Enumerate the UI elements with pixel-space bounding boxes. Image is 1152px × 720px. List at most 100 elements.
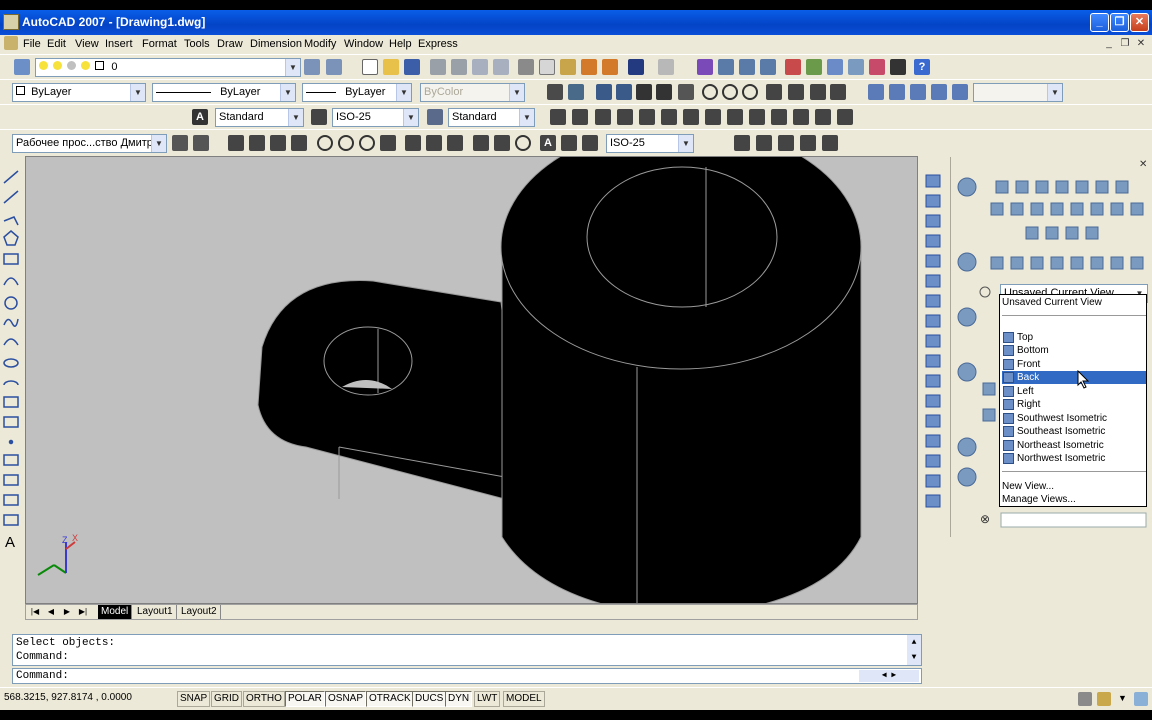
view-option-right[interactable]: Right [1002, 398, 1146, 411]
menu-help[interactable]: Help [389, 38, 412, 50]
ortho-toggle[interactable]: ORTHO [243, 691, 285, 707]
table-style-icon[interactable] [427, 109, 443, 125]
apparent-intersection-icon[interactable] [656, 84, 672, 100]
clean-screen-icon[interactable] [1134, 692, 1148, 706]
snap-toggle[interactable]: SNAP [177, 691, 211, 707]
last-tab-button[interactable]: ▶| [76, 606, 90, 618]
snap-icon-8[interactable] [705, 109, 721, 125]
manage-views-option[interactable]: Manage Views... [1002, 493, 1146, 506]
dim-ordinate-icon[interactable] [291, 135, 307, 151]
menu-view[interactable]: View [75, 38, 99, 50]
snap-icon-11[interactable] [771, 109, 787, 125]
tool-icon-d[interactable] [800, 135, 816, 151]
make-current-icon[interactable] [326, 59, 342, 75]
view-option-left[interactable]: Left [1002, 385, 1146, 398]
help-icon[interactable]: ? [914, 59, 930, 75]
tab-layout1[interactable]: Layout1 [134, 605, 177, 619]
match-properties-icon[interactable] [581, 59, 597, 75]
polar-toggle[interactable]: POLAR [285, 691, 325, 707]
menu-format[interactable]: Format [142, 38, 177, 50]
ducs-toggle[interactable]: DUCS [412, 691, 447, 707]
status-menu-icon[interactable]: ▼ [1118, 693, 1127, 703]
view-option-front[interactable]: Front [1002, 358, 1146, 371]
quick-dim-icon[interactable] [405, 135, 421, 151]
zoom-previous-icon[interactable] [760, 59, 776, 75]
model-toggle[interactable]: MODEL [503, 691, 545, 707]
block-editor-icon[interactable] [602, 59, 618, 75]
dim-diameter-icon[interactable] [359, 135, 375, 151]
ucs-icon[interactable] [868, 84, 884, 100]
snap-icon-5[interactable] [639, 109, 655, 125]
tool-icon-c[interactable] [778, 135, 794, 151]
snap-icon-4[interactable] [617, 109, 633, 125]
prev-tab-button[interactable]: ◀ [44, 606, 58, 618]
chevron-down-icon[interactable]: ▼ [678, 135, 693, 152]
open-icon[interactable] [383, 59, 399, 75]
construction-line-icon[interactable] [616, 84, 632, 100]
layer-combo[interactable]: 0 ▼ [35, 58, 301, 77]
dim-style-icon[interactable] [311, 109, 327, 125]
pan-icon[interactable] [697, 59, 713, 75]
parallel-icon[interactable] [788, 84, 804, 100]
tab-layout2[interactable]: Layout2 [178, 605, 221, 619]
dyn-toggle[interactable]: DYN [445, 691, 473, 707]
doc-close-button[interactable]: ✕ [1134, 38, 1148, 51]
command-hscroll[interactable]: ◀ ▶ [859, 670, 919, 682]
workspace-settings-icon[interactable] [172, 135, 188, 151]
doc-minimize-button[interactable]: _ [1102, 38, 1116, 51]
ucs-world-icon[interactable] [889, 84, 905, 100]
extension-icon[interactable] [678, 84, 694, 100]
dashboard-close-icon[interactable]: ✕ [1139, 159, 1147, 170]
properties-icon[interactable] [785, 59, 801, 75]
dim-update-icon[interactable] [582, 135, 598, 151]
quick-leader-icon[interactable] [473, 135, 489, 151]
dim-linear-icon[interactable] [547, 84, 563, 100]
view-option-back[interactable]: Back [1002, 371, 1146, 384]
chevron-down-icon[interactable]: ▼ [403, 109, 418, 126]
menu-tools[interactable]: Tools [184, 38, 210, 50]
command-line[interactable]: Command: ◀ ▶ [12, 668, 922, 684]
dim-style-combo[interactable]: ISO-25 ▼ [332, 108, 419, 127]
layer-previous-icon[interactable] [304, 59, 320, 75]
dashboard-slider[interactable] [1000, 512, 1147, 528]
new-view-option[interactable]: New View... [1002, 480, 1146, 493]
otrack-toggle[interactable]: OTRACK [366, 691, 414, 707]
save-icon[interactable] [404, 59, 420, 75]
zoom-realtime-icon[interactable] [718, 59, 734, 75]
insert-snap-icon[interactable] [810, 84, 826, 100]
view-option-sw-iso[interactable]: Southwest Isometric [1002, 412, 1146, 425]
calculator-icon[interactable] [890, 59, 906, 75]
snap-icon-10[interactable] [749, 109, 765, 125]
doc-restore-button[interactable]: ❐ [1118, 38, 1132, 51]
model-viewport[interactable]: Z X [25, 156, 918, 604]
view-option-ne-iso[interactable]: Northeast Isometric [1002, 439, 1146, 452]
menu-window[interactable]: Window [344, 38, 383, 50]
menu-edit[interactable]: Edit [47, 38, 66, 50]
menu-draw[interactable]: Draw [217, 38, 243, 50]
ucs-object-icon[interactable] [952, 84, 968, 100]
quadrant-icon[interactable] [722, 84, 738, 100]
markup-icon[interactable] [869, 59, 885, 75]
view-option-bottom[interactable]: Bottom [1002, 344, 1146, 357]
cut-icon[interactable] [518, 59, 534, 75]
3d-dwf-icon[interactable] [493, 59, 509, 75]
snap-icon-7[interactable] [683, 109, 699, 125]
osnap-toggle[interactable]: OSNAP [325, 691, 367, 707]
line-icon[interactable] [596, 84, 612, 100]
workspace-save-icon[interactable] [193, 135, 209, 151]
snap-icon-6[interactable] [661, 109, 677, 125]
tab-model[interactable]: Model [98, 605, 133, 619]
snap-icon-14[interactable] [837, 109, 853, 125]
tool-palettes-icon[interactable] [827, 59, 843, 75]
snap-icon-13[interactable] [815, 109, 831, 125]
perpendicular-icon[interactable] [766, 84, 782, 100]
chevron-down-icon[interactable]: ▼ [130, 84, 145, 101]
dim-edit-icon[interactable]: A [540, 135, 556, 151]
node-icon[interactable] [830, 84, 846, 100]
tool-icon-e[interactable] [822, 135, 838, 151]
view-option-unsaved[interactable]: Unsaved Current View [1002, 296, 1146, 309]
chevron-down-icon[interactable]: ▼ [285, 59, 300, 76]
ucs-face-icon[interactable] [931, 84, 947, 100]
dim-aligned-tool-icon[interactable] [249, 135, 265, 151]
table-style-combo[interactable]: Standard ▼ [448, 108, 535, 127]
